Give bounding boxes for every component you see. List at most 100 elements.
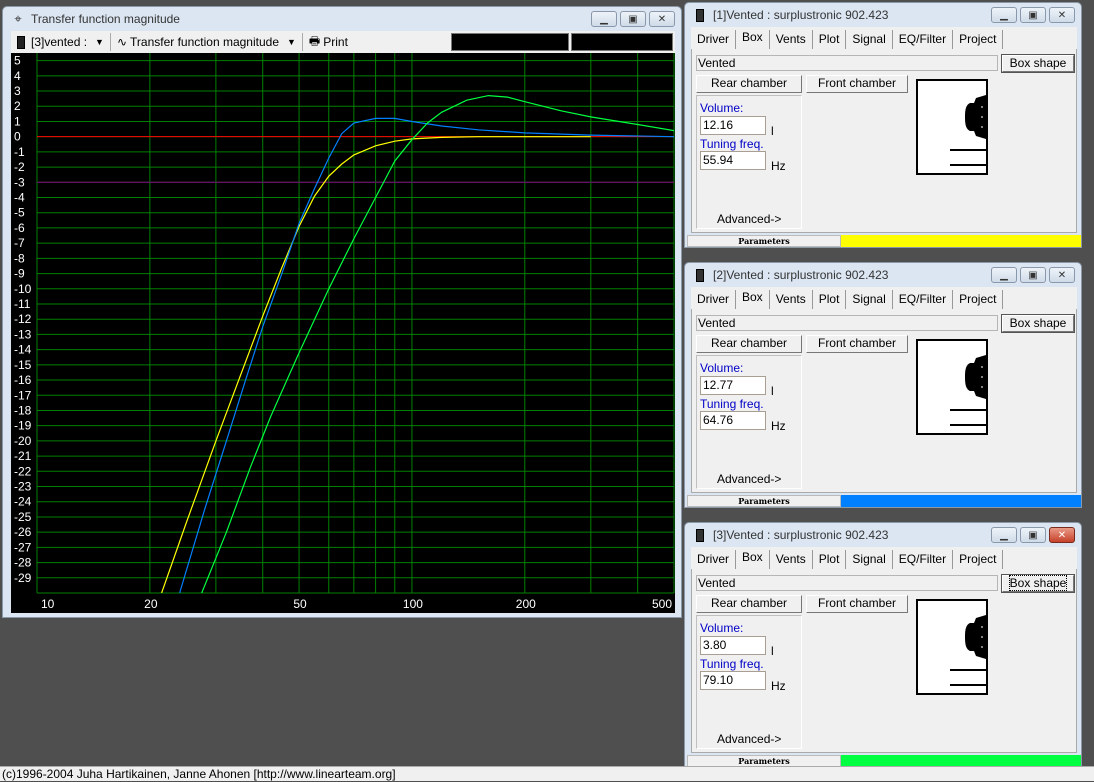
volume-input[interactable]: 12.16 <box>700 116 766 135</box>
maximize-button[interactable]: ▣ <box>620 11 646 27</box>
box-shape-button[interactable]: Box shape <box>1001 574 1075 593</box>
crosshair-icon: ⌖ <box>14 11 22 26</box>
box-shape-drawing <box>916 599 988 695</box>
box-shape-button[interactable]: Box shape <box>1001 54 1075 73</box>
project-window-1: [1]Vented : surplustronic 902.423 ▁ ▣ ✕ … <box>684 2 1082 248</box>
tab-eq-filter[interactable]: EQ/Filter <box>893 30 954 49</box>
printer-icon: 🖶 <box>308 33 321 48</box>
series-color-bar <box>841 495 1081 507</box>
tab-eq-filter[interactable]: EQ/Filter <box>893 290 954 309</box>
project-titlebar[interactable]: [3]Vented : surplustronic 902.423 ▁ ▣ ✕ <box>685 523 1081 547</box>
tuning-freq-unit: Hz <box>771 419 786 433</box>
advanced-link[interactable]: Advanced-> <box>717 732 781 746</box>
volume-label: Volume: <box>700 361 744 375</box>
tab-vents[interactable]: Vents <box>770 30 813 49</box>
tab-project[interactable]: Project <box>953 30 1004 49</box>
tab-signal[interactable]: Signal <box>846 550 893 569</box>
tab-driver[interactable]: Driver <box>691 550 736 569</box>
tab-driver[interactable]: Driver <box>691 30 736 49</box>
front-chamber-button[interactable]: Front chamber <box>806 595 908 613</box>
project-titlebar[interactable]: [1]Vented : surplustronic 902.423 ▁ ▣ ✕ <box>685 3 1081 27</box>
tab-eq-filter[interactable]: EQ/Filter <box>893 550 954 569</box>
maximize-button[interactable]: ▣ <box>1020 267 1046 283</box>
minimize-button[interactable]: ▁ <box>991 527 1017 543</box>
x-tick-label: 10 <box>41 597 55 611</box>
tab-signal[interactable]: Signal <box>846 290 893 309</box>
project-window-3: [3]Vented : surplustronic 902.423 ▁ ▣ ✕ … <box>684 522 1082 768</box>
front-chamber-button[interactable]: Front chamber <box>806 335 908 353</box>
project-titlebar[interactable]: [2]Vented : surplustronic 902.423 ▁ ▣ ✕ <box>685 263 1081 287</box>
tab-box[interactable]: Box <box>736 290 770 309</box>
y-tick-label: -27 <box>14 540 32 554</box>
rear-chamber-button[interactable]: Rear chamber <box>696 335 802 353</box>
box-type-field[interactable]: Vented <box>696 575 998 591</box>
tab-box[interactable]: Box <box>736 30 770 49</box>
tab-plot[interactable]: Plot <box>813 550 847 569</box>
plot-type-label: Transfer function magnitude <box>130 35 279 49</box>
minimize-button[interactable]: ▁ <box>591 11 617 27</box>
minimize-icon: ▁ <box>1000 529 1008 541</box>
tab-box[interactable]: Box <box>736 550 770 569</box>
maximize-button[interactable]: ▣ <box>1020 527 1046 543</box>
box-shape-button[interactable]: Box shape <box>1001 314 1075 333</box>
tf-titlebar[interactable]: ⌖ Transfer function magnitude ▁ ▣ ✕ <box>3 7 681 31</box>
restore-icon: ▣ <box>1028 529 1038 541</box>
y-tick-label: -22 <box>14 464 32 478</box>
tab-project[interactable]: Project <box>953 550 1004 569</box>
volume-input[interactable]: 3.80 <box>700 636 766 655</box>
x-tick-label: 500 <box>652 597 672 611</box>
plot-type-selector[interactable]: ∿ Transfer function magnitude ▼ <box>111 31 302 53</box>
series-color-bar <box>841 235 1081 247</box>
close-button[interactable]: ✕ <box>649 11 675 27</box>
box-type-field[interactable]: Vented <box>696 55 998 71</box>
project-window-title: [3]Vented : surplustronic 902.423 <box>713 528 889 542</box>
y-tick-label: -2 <box>14 160 25 174</box>
tuning-freq-input[interactable]: 79.10 <box>700 671 766 690</box>
front-chamber-button[interactable]: Front chamber <box>806 75 908 93</box>
y-tick-label: -8 <box>14 251 25 265</box>
volume-label: Volume: <box>700 101 744 115</box>
y-tick-label: -5 <box>14 206 25 220</box>
project-selector[interactable]: [3]vented : ▼ <box>11 31 110 53</box>
status-row: Parameters <box>687 495 1081 507</box>
speaker-box-icon <box>17 35 25 49</box>
project-window-title: [2]Vented : surplustronic 902.423 <box>713 268 889 282</box>
y-tick-label: -10 <box>14 282 32 296</box>
tf-window-title: Transfer function magnitude <box>31 12 180 26</box>
tuning-freq-label: Tuning freq. <box>700 397 764 411</box>
close-button[interactable]: ✕ <box>1049 527 1075 543</box>
tab-plot[interactable]: Plot <box>813 290 847 309</box>
tab-driver[interactable]: Driver <box>691 290 736 309</box>
volume-input[interactable]: 12.77 <box>700 376 766 395</box>
plot-area[interactable]: 5 4 3 2 1 0 -1 -2 -3 -4 -5 -6 -7 -8 -9 -10 -11 -12 -13 -14-… <box>11 53 675 613</box>
tab-project[interactable]: Project <box>953 290 1004 309</box>
tuning-freq-unit: Hz <box>771 679 786 693</box>
tab-plot[interactable]: Plot <box>813 30 847 49</box>
print-label: Print <box>323 35 348 49</box>
tab-signal[interactable]: Signal <box>846 30 893 49</box>
maximize-button[interactable]: ▣ <box>1020 7 1046 23</box>
rear-chamber-button[interactable]: Rear chamber <box>696 595 802 613</box>
close-button[interactable]: ✕ <box>1049 267 1075 283</box>
minimize-button[interactable]: ▁ <box>991 267 1017 283</box>
box-type-field[interactable]: Vented <box>696 315 998 331</box>
tab-strip: Driver Box Vents Plot Signal EQ/Filter Project <box>691 27 1077 49</box>
advanced-link[interactable]: Advanced-> <box>717 472 781 486</box>
chevron-down-icon: ▼ <box>95 37 104 47</box>
tuning-freq-input[interactable]: 55.94 <box>700 151 766 170</box>
print-button[interactable]: 🖶 Print <box>303 31 354 53</box>
box-shape-drawing <box>916 79 988 175</box>
tuning-freq-label: Tuning freq. <box>700 137 764 151</box>
tab-strip: Driver Box Vents Plot Signal EQ/Filter Project <box>691 547 1077 569</box>
x-tick-label: 100 <box>403 597 423 611</box>
advanced-link[interactable]: Advanced-> <box>717 212 781 226</box>
tuning-freq-input[interactable]: 64.76 <box>700 411 766 430</box>
volume-unit: l <box>771 384 774 398</box>
close-icon: ✕ <box>1057 9 1067 21</box>
restore-icon: ▣ <box>628 13 638 25</box>
tab-vents[interactable]: Vents <box>770 290 813 309</box>
minimize-button[interactable]: ▁ <box>991 7 1017 23</box>
close-button[interactable]: ✕ <box>1049 7 1075 23</box>
rear-chamber-button[interactable]: Rear chamber <box>696 75 802 93</box>
tab-vents[interactable]: Vents <box>770 550 813 569</box>
